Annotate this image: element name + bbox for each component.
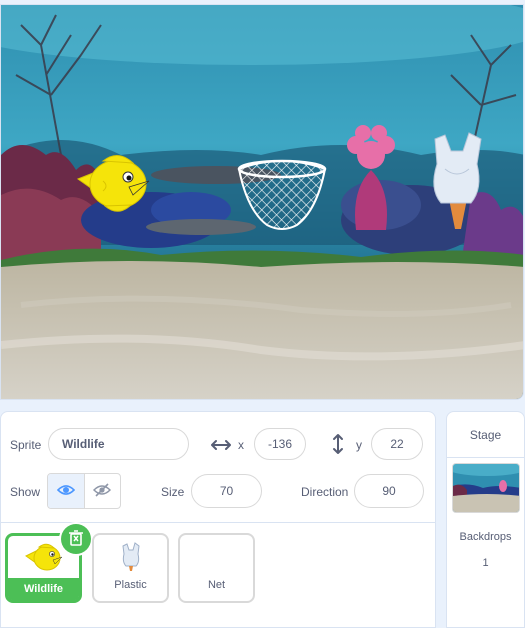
size-input[interactable]: 70 <box>191 474 262 508</box>
yellow-fish-icon <box>24 536 64 580</box>
sprite-tile-net[interactable]: Net <box>178 533 255 603</box>
sprite-tile-label: Wildlife <box>23 583 63 595</box>
sprite-properties: Sprite Wildlife x -136 y 22 Show Size 70… <box>1 412 435 523</box>
eye-slash-icon <box>93 482 112 500</box>
backdrops-count: 1 <box>482 557 489 569</box>
stage-canvas[interactable] <box>0 4 524 400</box>
backdrops-label: Backdrops <box>459 531 512 543</box>
eye-icon <box>56 484 75 499</box>
stage-backdrop-thumbnail[interactable] <box>452 463 520 513</box>
sprite-tile-label: Plastic <box>114 579 147 591</box>
stage-selector-panel[interactable]: Stage Backdrops 1 <box>446 411 525 628</box>
sprite-name-label: Sprite <box>10 438 42 452</box>
trash-icon <box>69 529 83 549</box>
show-label: Show <box>10 485 41 499</box>
direction-label: Direction <box>301 485 349 499</box>
show-hidden-button[interactable] <box>85 474 121 508</box>
x-input[interactable]: -136 <box>254 428 306 460</box>
x-label: x <box>238 438 244 452</box>
size-label: Size <box>161 485 185 499</box>
sprite-tile-plastic[interactable]: Plastic <box>92 533 169 603</box>
sprite-name-input[interactable]: Wildlife <box>48 428 189 460</box>
plastic-bag-sprite[interactable] <box>427 129 487 231</box>
delete-sprite-button[interactable] <box>61 524 91 554</box>
direction-input[interactable]: 90 <box>354 474 424 508</box>
sprite-tile-label-band: Wildlife <box>8 578 79 600</box>
sprite-info-panel: Sprite Wildlife x -136 y 22 Show Size 70… <box>0 411 436 628</box>
show-toggle-group <box>47 473 121 509</box>
fish-sprite[interactable] <box>73 151 153 217</box>
y-input[interactable]: 22 <box>371 428 423 460</box>
stage-title: Stage <box>447 412 524 458</box>
y-label: y <box>356 438 362 452</box>
show-visible-button[interactable] <box>48 474 85 508</box>
y-arrows-icon <box>332 433 344 458</box>
plastic-bag-icon <box>121 535 141 579</box>
sprite-tile-label: Net <box>207 579 226 591</box>
net-sprite[interactable] <box>237 155 327 233</box>
x-arrows-icon <box>211 438 231 455</box>
